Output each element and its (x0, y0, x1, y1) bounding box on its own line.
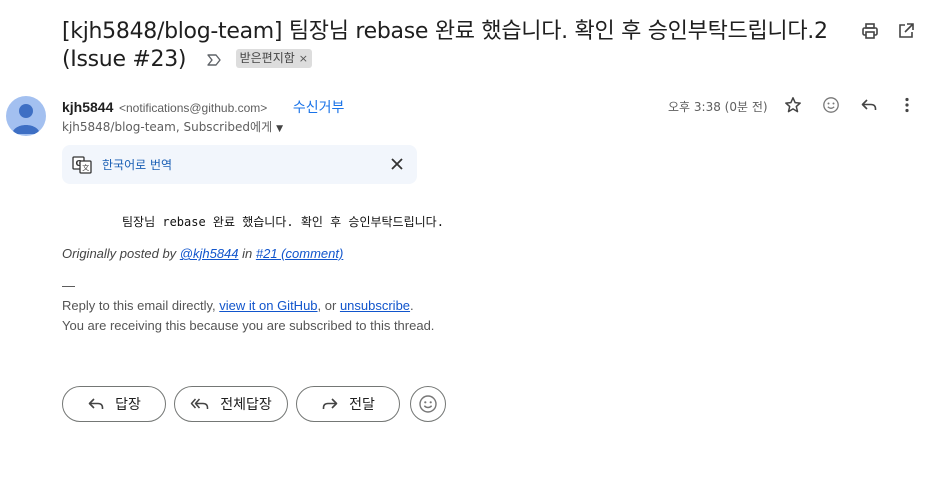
more-options-icon[interactable] (898, 96, 916, 114)
star-icon[interactable] (784, 96, 802, 114)
recipients-text: kjh5848/blog-team, Subscribed에게 (62, 120, 273, 134)
email-subject: [kjh5848/blog-team] 팀장님 rebase 완료 했습니다. … (62, 18, 852, 74)
emoji-reaction-button[interactable] (410, 386, 446, 422)
add-reaction-icon[interactable] (822, 96, 840, 114)
sender-name[interactable]: kjh5844 (62, 99, 113, 115)
unsubscribe-link[interactable]: 수신거부 (293, 100, 345, 116)
sender-avatar[interactable] (6, 96, 46, 136)
open-in-new-window-icon[interactable] (897, 22, 915, 40)
footer-end: . (410, 298, 414, 313)
inbox-label-text: 받은편지함 (239, 50, 295, 65)
view-on-github-link[interactable]: view it on GitHub (219, 298, 317, 313)
forward-button[interactable]: 전달 (296, 386, 400, 422)
svg-text:文: 文 (82, 163, 89, 172)
forward-button-label: 전달 (349, 397, 375, 413)
reply-all-icon (190, 398, 209, 409)
subject-toolbar (861, 22, 915, 40)
orig-in: in (238, 246, 256, 261)
orig-prefix: Originally posted by (62, 246, 180, 261)
smiley-icon (419, 395, 437, 413)
importance-marker-icon[interactable] (205, 49, 223, 67)
orig-user-link[interactable]: @kjh5844 (180, 246, 239, 261)
email-body-text: 팀장님 rebase 완료 했습니다. 확인 후 승인부탁드립니다. (122, 215, 444, 229)
translate-link[interactable]: 한국어로 번역 (102, 156, 172, 173)
forward-arrow-icon (322, 398, 338, 409)
recipients-line: kjh5848/blog-team, Subscribed에게 ▼ (62, 118, 283, 135)
message-actions (784, 96, 916, 114)
unsubscribe-footer-link[interactable]: unsubscribe (340, 298, 410, 313)
signature-divider: — (62, 278, 75, 293)
orig-comment-link[interactable]: #21 (comment) (256, 246, 343, 261)
remove-label-icon[interactable]: × (299, 52, 308, 65)
originally-posted-line: Originally posted by @kjh5844 in #21 (co… (62, 246, 343, 261)
print-icon[interactable] (861, 22, 879, 40)
translate-icon: G文 (72, 155, 92, 174)
reply-button-label: 답장 (115, 397, 141, 413)
footer-reply-line: Reply to this email directly, view it on… (62, 298, 414, 313)
reply-all-button[interactable]: 전체답장 (174, 386, 288, 422)
reply-all-button-label: 전체답장 (220, 397, 272, 413)
translate-bar: G文 한국어로 번역 (62, 145, 417, 184)
reply-button[interactable]: 답장 (62, 386, 166, 422)
footer-prefix: Reply to this email directly, (62, 298, 220, 313)
close-icon[interactable] (389, 156, 405, 172)
inbox-label-chip[interactable]: 받은편지함 × (235, 48, 313, 68)
reply-button-row: 답장 전체답장 전달 (62, 386, 446, 422)
reply-arrow-icon (88, 398, 104, 409)
sender-email: <notifications@github.com> (119, 101, 268, 115)
subject-text: [kjh5848/blog-team] 팀장님 rebase 완료 했습니다. … (62, 19, 828, 72)
reply-icon[interactable] (860, 96, 878, 114)
sender-line: kjh5844 <notifications@github.com> 수신거부 (62, 97, 344, 117)
message-time: 오후 3:38 (0분 전) (668, 100, 768, 114)
footer-subscription-note: You are receiving this because you are s… (62, 318, 435, 333)
show-details-dropdown-icon[interactable]: ▼ (276, 124, 283, 134)
footer-mid: , or (317, 298, 340, 313)
